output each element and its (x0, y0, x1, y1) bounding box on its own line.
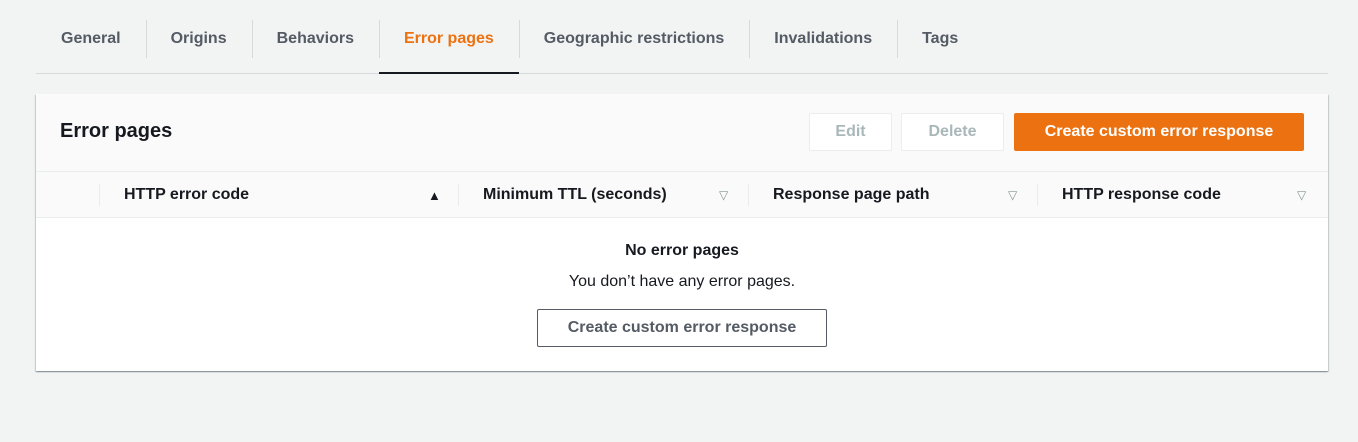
caret-up-icon[interactable]: ▲ (428, 172, 441, 218)
tab-behaviors[interactable]: Behaviors (251, 18, 379, 60)
tab-label: Error pages (403, 30, 494, 47)
tab-invalidations[interactable]: Invalidations (749, 18, 897, 60)
table-header: HTTP error code ▲ Minimum TTL (seconds) … (36, 171, 1328, 218)
caret-down-outline-icon[interactable]: ▽ (1297, 172, 1306, 218)
caret-down-outline-icon[interactable]: ▽ (719, 172, 728, 218)
tab-label: Geographic restrictions (543, 30, 725, 47)
caret-down-outline-icon[interactable]: ▽ (1008, 172, 1017, 218)
delete-button[interactable]: Delete (901, 113, 1004, 151)
column-label: HTTP error code (124, 186, 250, 203)
empty-state-create-button[interactable]: Create custom error response (537, 309, 827, 347)
column-header-http-error-code[interactable]: HTTP error code (124, 172, 249, 218)
tab-label: Tags (922, 30, 959, 47)
tab-bar: General Origins Behaviors Error pages Ge… (36, 18, 1328, 74)
tab-label: Invalidations (774, 30, 873, 47)
panel-title: Error pages (60, 120, 173, 142)
column-label: Response page path (773, 186, 930, 203)
tab-label: Origins (170, 30, 227, 47)
column-divider (458, 184, 459, 206)
empty-state-title: No error pages (625, 242, 739, 259)
panel-header: Error pages Edit Delete Create custom er… (36, 94, 1328, 171)
column-divider (1037, 184, 1038, 206)
tab-error-pages[interactable]: Error pages (378, 18, 519, 74)
error-pages-panel: Error pages Edit Delete Create custom er… (36, 94, 1328, 371)
tab-tags[interactable]: Tags (897, 18, 983, 60)
tab-label: General (61, 30, 121, 47)
tab-origins[interactable]: Origins (145, 18, 252, 60)
column-header-http-response-code[interactable]: HTTP response code (1062, 172, 1221, 218)
column-divider (748, 184, 749, 206)
tab-label: Behaviors (276, 30, 354, 47)
tab-geographic-restrictions[interactable]: Geographic restrictions (518, 18, 750, 60)
empty-state-message: You don’t have any error pages. (568, 273, 796, 290)
column-header-minimum-ttl[interactable]: Minimum TTL (seconds) (483, 172, 667, 218)
edit-button[interactable]: Edit (809, 113, 892, 151)
create-custom-error-response-button[interactable]: Create custom error response (1014, 113, 1304, 151)
column-label: Minimum TTL (seconds) (483, 186, 667, 203)
column-header-response-page-path[interactable]: Response page path (773, 172, 929, 218)
column-divider (99, 184, 100, 206)
column-label: HTTP response code (1062, 186, 1221, 203)
tab-general[interactable]: General (36, 18, 146, 60)
